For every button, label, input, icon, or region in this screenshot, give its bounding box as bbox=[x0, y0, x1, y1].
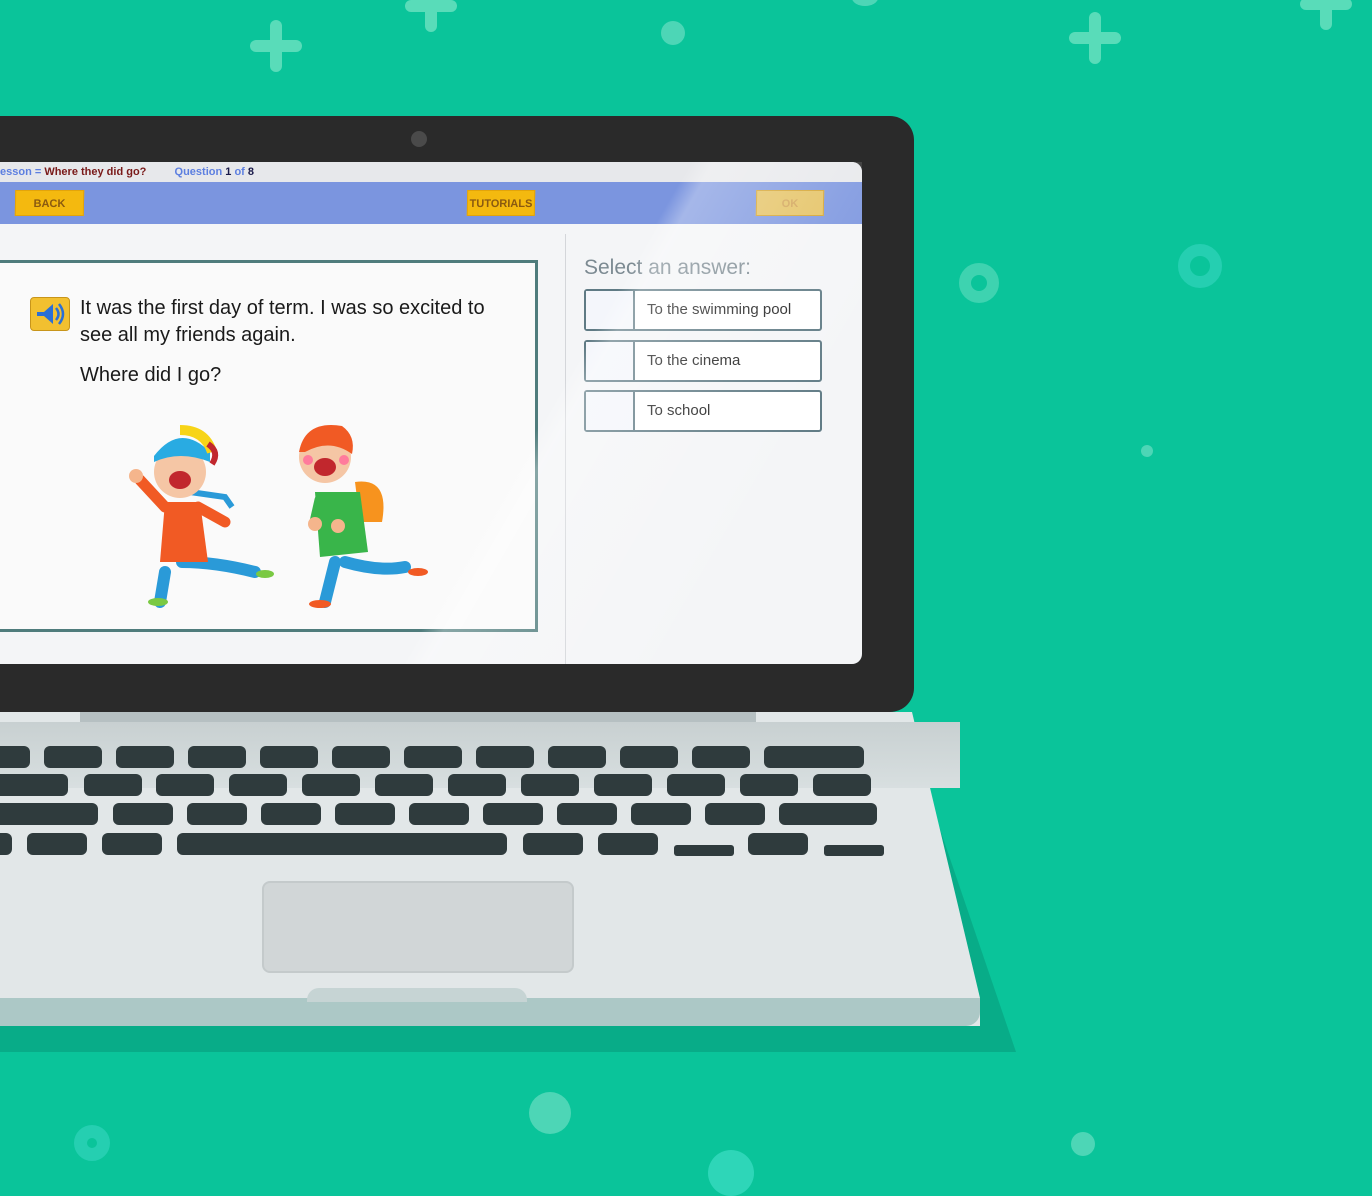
arrow-key bbox=[748, 833, 808, 855]
ring-decoration bbox=[74, 1125, 110, 1161]
toolbar: BACK TUTORIALS OK bbox=[0, 182, 862, 224]
answer-checkbox[interactable] bbox=[586, 291, 635, 329]
plus-decoration bbox=[405, 0, 457, 32]
key bbox=[113, 803, 173, 825]
child-backpack-figure bbox=[299, 425, 428, 608]
panel-divider bbox=[565, 234, 566, 664]
key bbox=[84, 774, 142, 796]
key bbox=[521, 774, 579, 796]
key bbox=[335, 803, 395, 825]
question-prompt: Where did I go? bbox=[80, 364, 222, 386]
arrow-key bbox=[674, 845, 734, 856]
key bbox=[594, 774, 652, 796]
key bbox=[0, 803, 98, 825]
key bbox=[116, 746, 174, 768]
app-screen: esson = Where they did go? Question 1 of… bbox=[0, 162, 862, 664]
key bbox=[260, 746, 318, 768]
key bbox=[483, 803, 543, 825]
key bbox=[44, 746, 102, 768]
answer-label: To the swimming pool bbox=[647, 301, 792, 318]
answer-option-1[interactable]: To the swimming pool bbox=[584, 289, 822, 331]
child-cap-figure bbox=[129, 425, 274, 608]
webcam-icon bbox=[411, 131, 427, 147]
ring-decoration bbox=[959, 263, 999, 303]
key bbox=[631, 803, 691, 825]
laptop-notch bbox=[307, 988, 527, 1002]
key bbox=[187, 803, 247, 825]
dot-decoration bbox=[708, 1150, 754, 1196]
dot-decoration bbox=[529, 1092, 571, 1134]
key bbox=[375, 774, 433, 796]
answer-option-2[interactable]: To the cinema bbox=[584, 340, 822, 382]
key bbox=[620, 746, 678, 768]
key bbox=[409, 803, 469, 825]
key bbox=[0, 774, 68, 796]
status-bar: esson = Where they did go? Question 1 of… bbox=[0, 162, 862, 182]
key bbox=[404, 746, 462, 768]
answer-option-3[interactable]: To school bbox=[584, 390, 822, 432]
ring-decoration bbox=[1178, 244, 1222, 288]
lesson-name: Where they did go? bbox=[44, 166, 147, 178]
lesson-prefix: esson = bbox=[0, 166, 45, 178]
question-label: Question bbox=[174, 166, 223, 178]
key bbox=[448, 774, 506, 796]
answer-checkbox[interactable] bbox=[586, 342, 635, 380]
question-total: 8 bbox=[247, 166, 255, 178]
key bbox=[102, 833, 162, 855]
ok-button[interactable]: OK bbox=[755, 190, 825, 216]
select-answer-title: Select an answer: bbox=[584, 256, 751, 279]
key bbox=[598, 833, 658, 855]
question-number: 1 bbox=[225, 166, 232, 178]
spacebar bbox=[177, 833, 507, 855]
key bbox=[0, 833, 12, 855]
key bbox=[813, 774, 871, 796]
key bbox=[705, 803, 765, 825]
trackpad bbox=[262, 881, 574, 973]
laptop-base-edge bbox=[0, 998, 980, 1026]
tutorials-button[interactable]: TUTORIALS bbox=[466, 190, 536, 216]
key bbox=[188, 746, 246, 768]
plus-decoration bbox=[250, 20, 302, 72]
dot-decoration bbox=[1141, 445, 1153, 457]
answer-checkbox[interactable] bbox=[586, 392, 635, 430]
back-button[interactable]: BACK bbox=[14, 190, 85, 216]
key bbox=[548, 746, 606, 768]
key bbox=[557, 803, 617, 825]
dot-decoration bbox=[852, 0, 878, 6]
children-illustration bbox=[129, 425, 428, 608]
key bbox=[302, 774, 360, 796]
answer-label: To school bbox=[647, 402, 711, 419]
dot-decoration bbox=[1071, 1132, 1095, 1156]
key bbox=[0, 746, 30, 768]
question-text: It was the first day of term. I was so e… bbox=[80, 297, 485, 346]
of-label: of bbox=[234, 166, 245, 178]
key bbox=[764, 746, 864, 768]
key bbox=[229, 774, 287, 796]
laptop-hinge bbox=[80, 712, 756, 722]
plus-decoration bbox=[1300, 0, 1352, 30]
speaker-icon[interactable] bbox=[30, 297, 70, 331]
key bbox=[692, 746, 750, 768]
answer-label: To the cinema bbox=[647, 352, 741, 369]
key bbox=[332, 746, 390, 768]
arrow-key bbox=[824, 845, 884, 856]
plus-decoration bbox=[1069, 12, 1121, 64]
key bbox=[523, 833, 583, 855]
dot-decoration bbox=[661, 21, 685, 45]
key bbox=[667, 774, 725, 796]
key bbox=[476, 746, 534, 768]
key bbox=[27, 833, 87, 855]
key bbox=[740, 774, 798, 796]
key bbox=[779, 803, 877, 825]
key bbox=[156, 774, 214, 796]
key bbox=[261, 803, 321, 825]
